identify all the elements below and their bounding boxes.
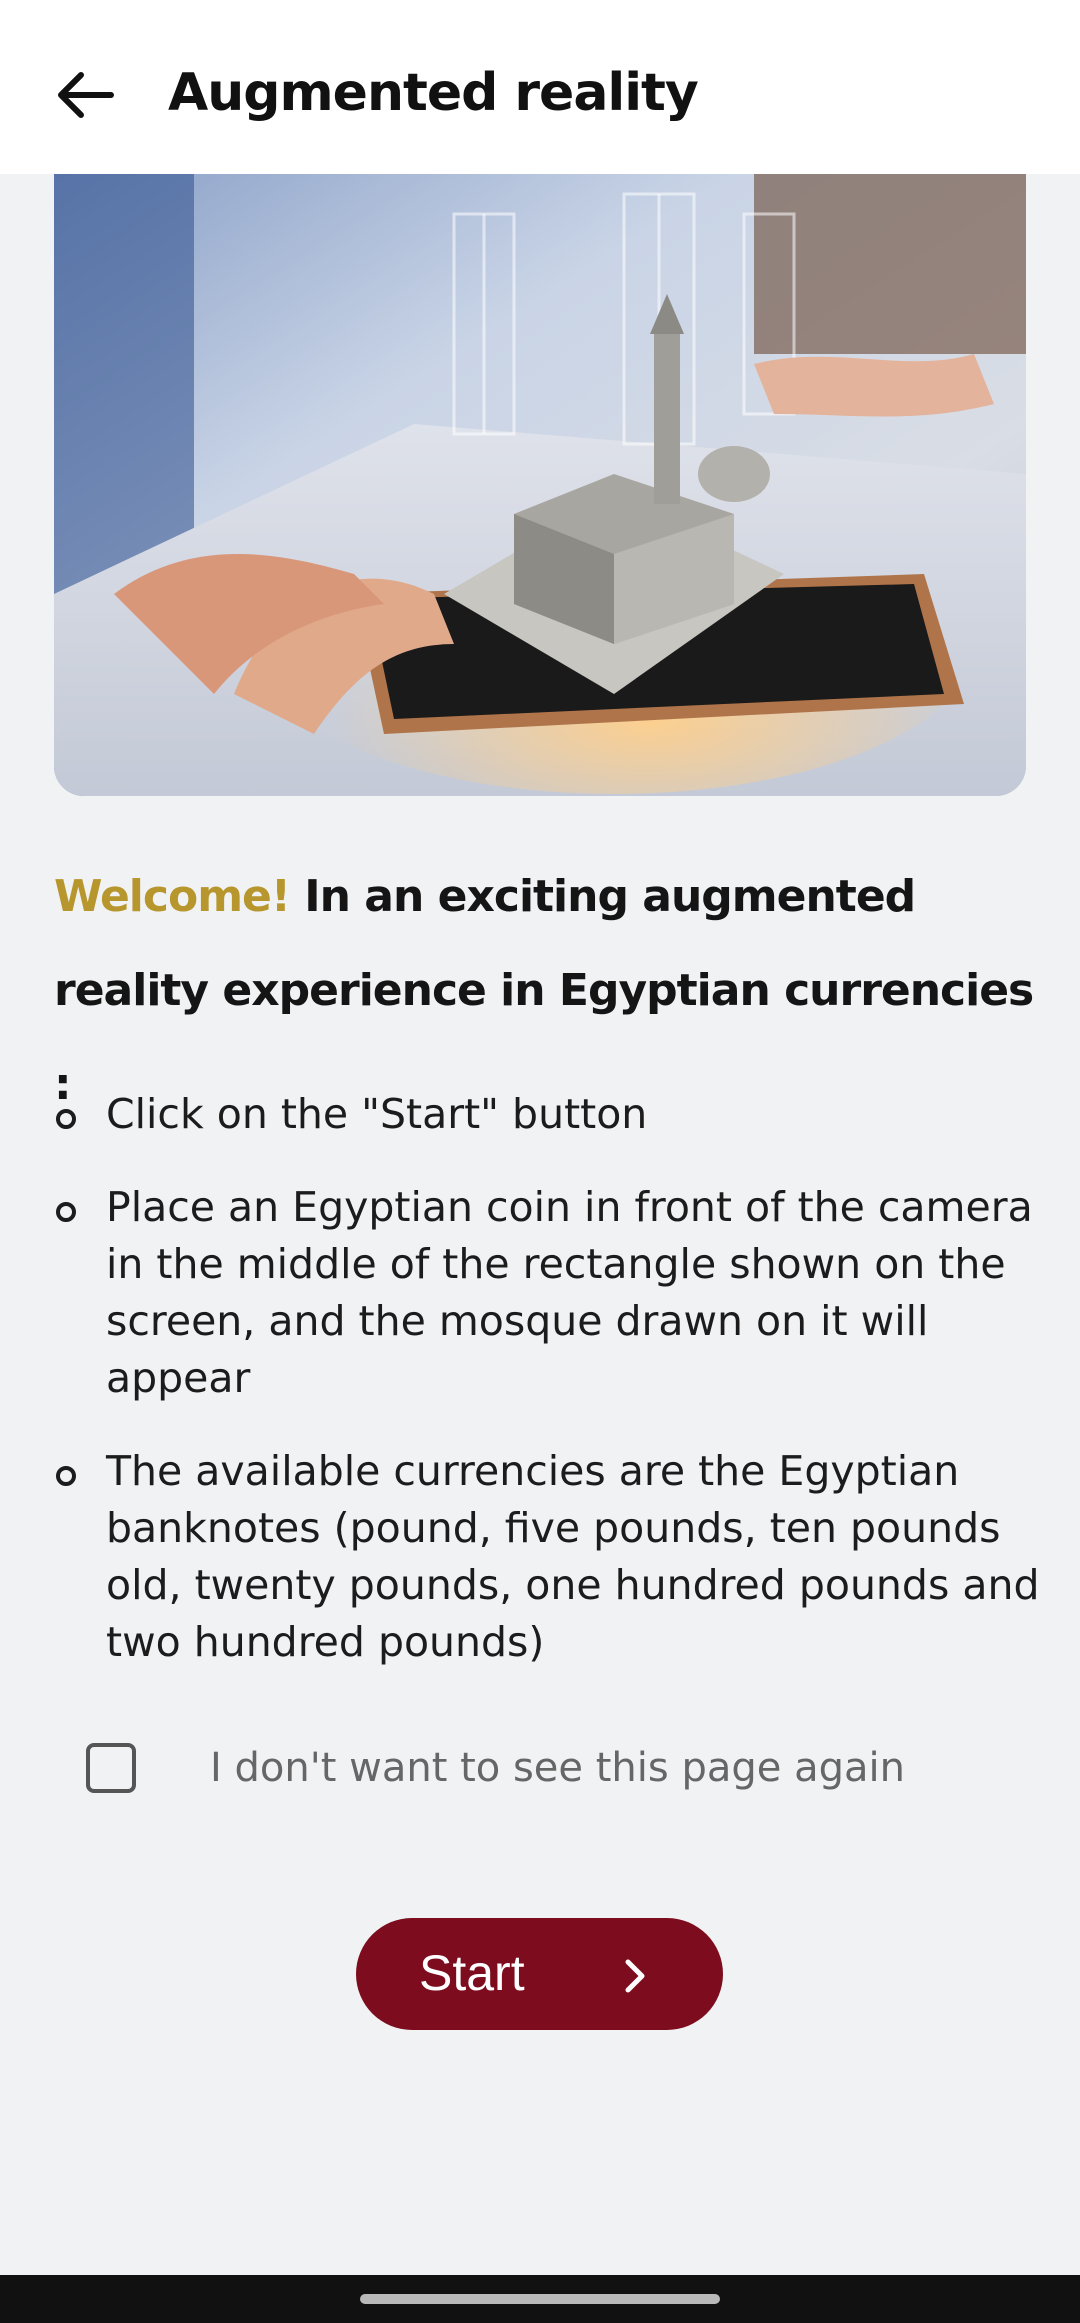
instruction-text: The available currencies are the Egyptia… xyxy=(106,1447,1040,1666)
dont-show-again-row[interactable]: I don't want to see this page again xyxy=(86,1738,986,1798)
chevron-right-icon xyxy=(625,1959,645,1993)
augmented-reality-mosque-illustration xyxy=(54,174,1026,796)
instructions-list: Click on the "Start" button Place an Egy… xyxy=(54,1086,1044,1707)
arrow-left-icon xyxy=(58,72,114,118)
instruction-text: Click on the "Start" button xyxy=(106,1090,648,1138)
home-gesture-handle[interactable] xyxy=(360,2294,720,2304)
page-title: Augmented reality xyxy=(168,63,699,123)
instruction-item: The available currencies are the Egyptia… xyxy=(54,1443,1044,1671)
system-navigation-bar xyxy=(0,2275,1080,2323)
instruction-text: Place an Egyptian coin in front of the c… xyxy=(106,1183,1033,1402)
instruction-item: Click on the "Start" button xyxy=(54,1086,1044,1143)
bullet-circle-icon xyxy=(56,1466,76,1486)
welcome-highlight: Welcome! xyxy=(54,871,291,922)
start-button[interactable]: Start xyxy=(356,1918,723,2030)
dont-show-again-label: I don't want to see this page again xyxy=(210,1745,905,1791)
dont-show-again-checkbox[interactable] xyxy=(86,1743,136,1793)
bullet-circle-icon xyxy=(56,1202,76,1222)
back-button[interactable] xyxy=(40,50,130,140)
instruction-item: Place an Egyptian coin in front of the c… xyxy=(54,1179,1044,1407)
start-button-label: Start xyxy=(419,1945,525,2001)
app-bar: Augmented reality xyxy=(0,0,1080,174)
bullet-circle-icon xyxy=(56,1109,76,1129)
hero-image xyxy=(54,174,1026,796)
